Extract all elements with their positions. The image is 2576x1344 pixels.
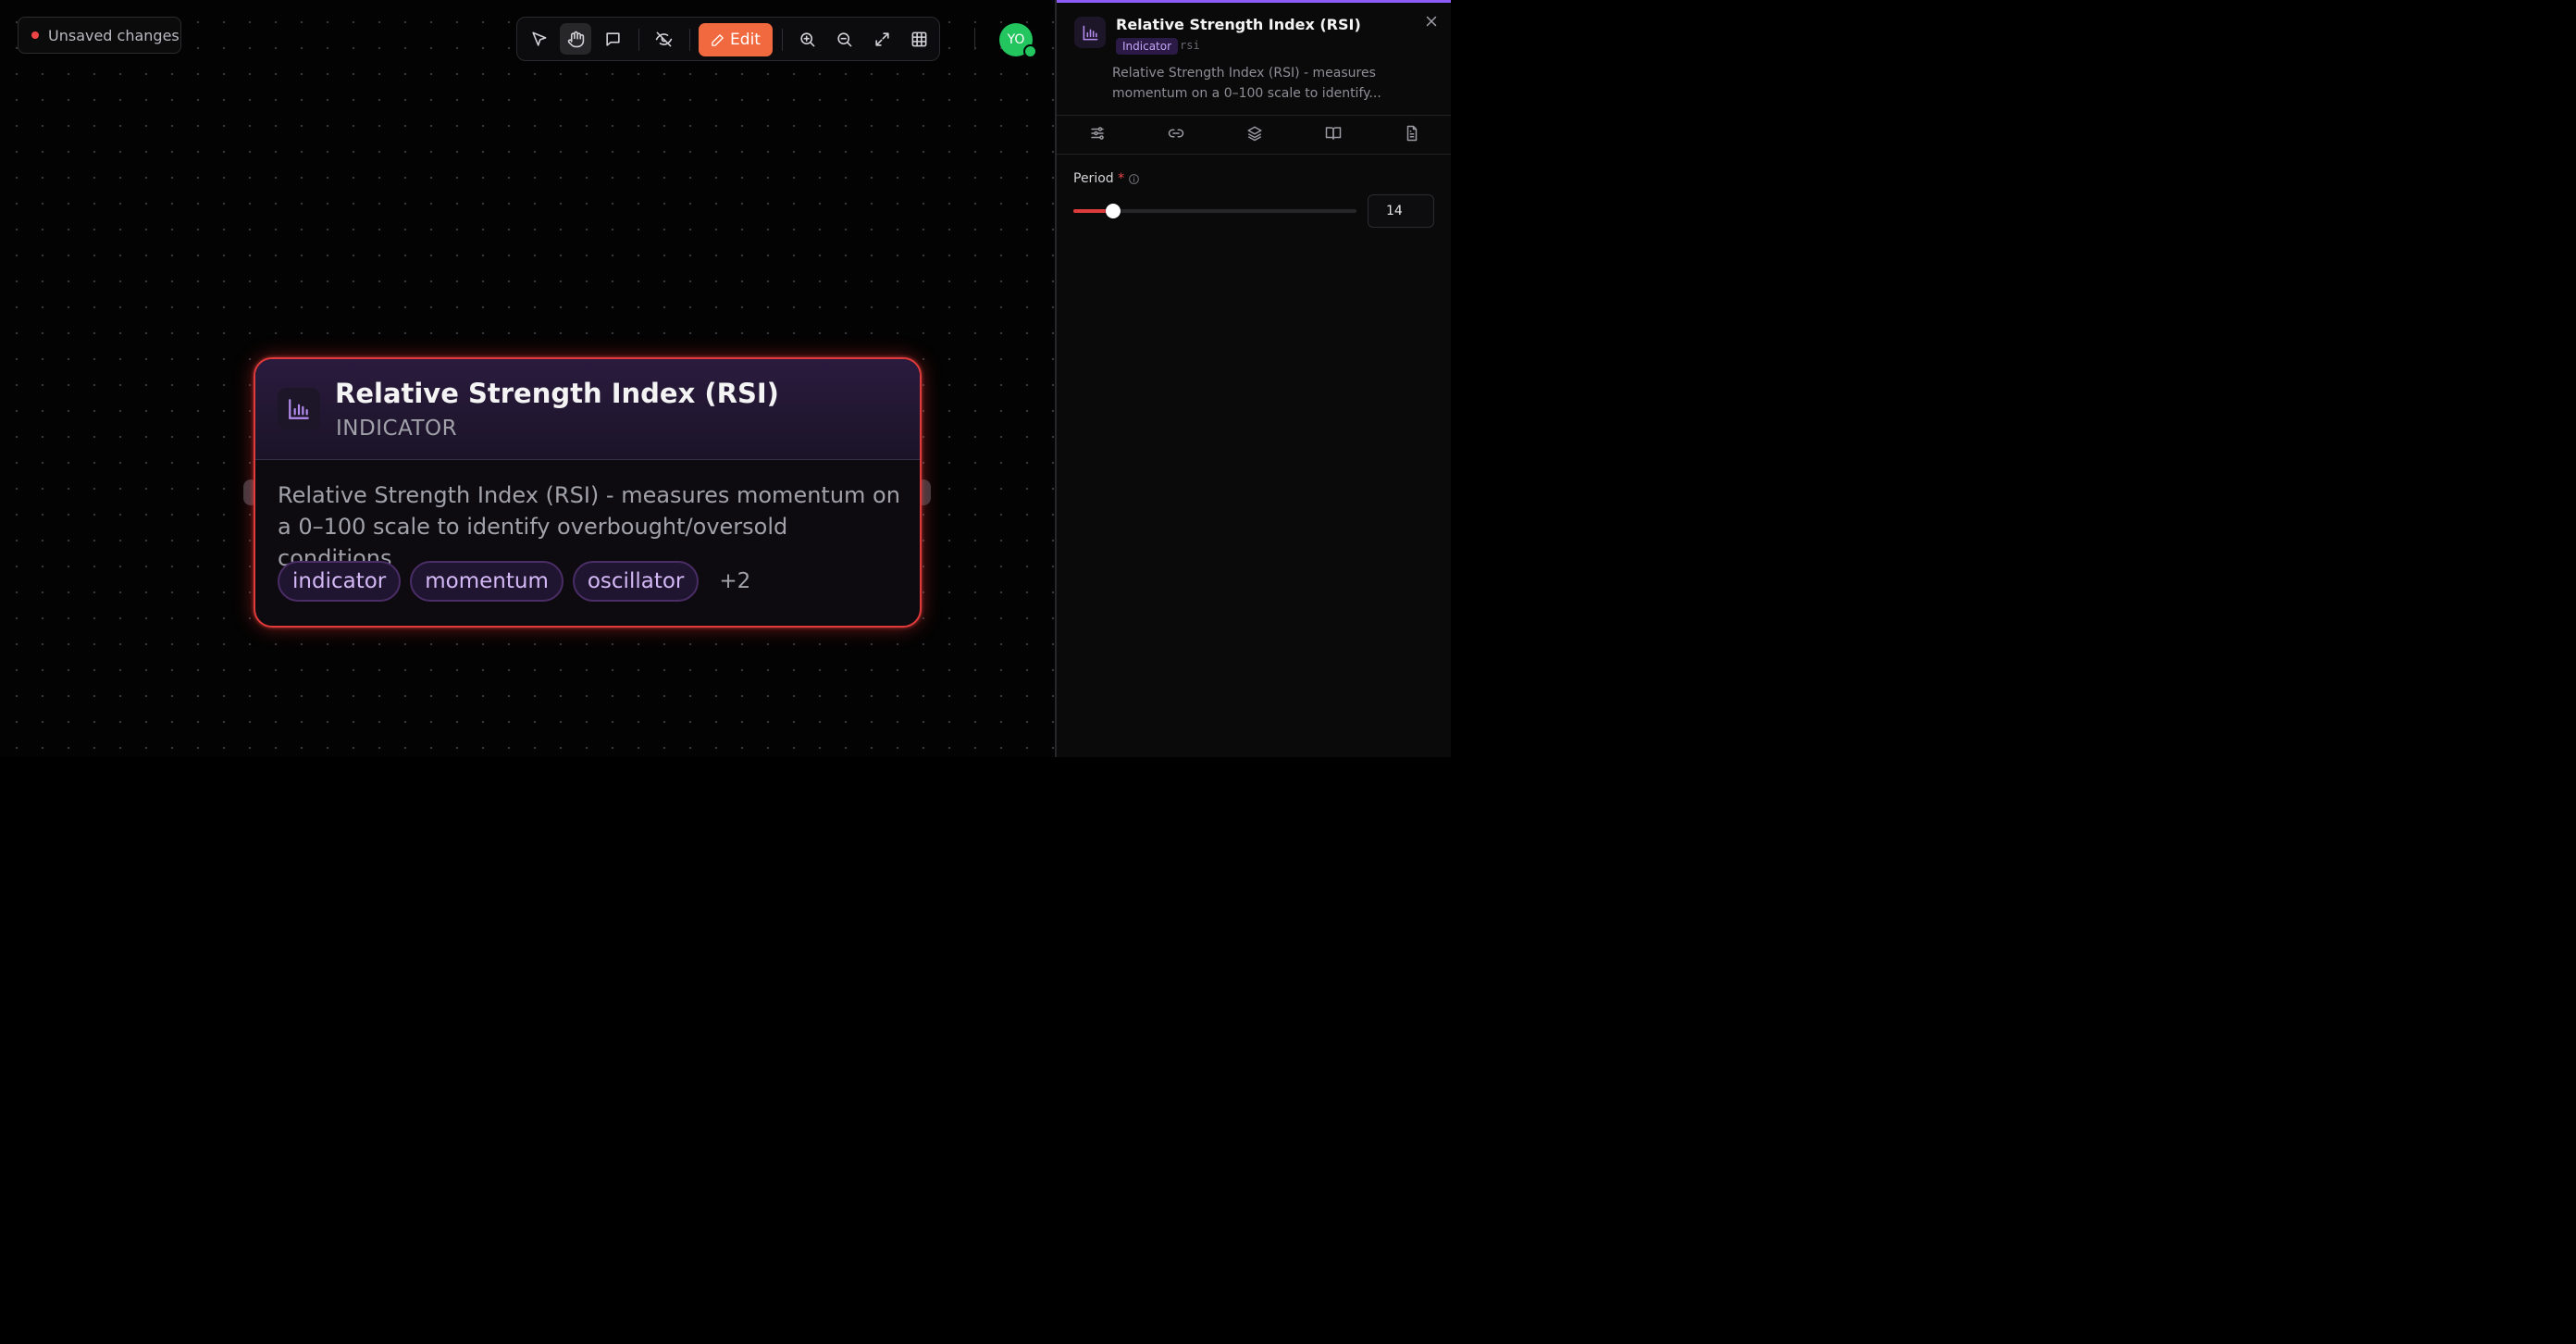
properties-panel: Relative Strength Index (RSI) Indicator … (1055, 0, 1451, 757)
book-icon[interactable] (1325, 125, 1342, 142)
zoom-out-button[interactable] (828, 23, 860, 55)
edit-label: Edit (730, 31, 761, 49)
period-slider[interactable] (1073, 204, 1356, 218)
sliders-icon[interactable] (1089, 125, 1106, 142)
message-square-icon (605, 31, 620, 46)
pan-tool-button[interactable] (560, 23, 591, 55)
panel-description-line: Relative Strength Index (RSI) - measures (1112, 66, 1376, 81)
toolbar-divider (974, 28, 975, 50)
canvas-toolbar: Edit (516, 17, 940, 61)
node-header: Relative Strength Index (RSI) INDICATOR (255, 359, 920, 460)
panel-description-line: momentum on a 0–100 scale to identify... (1112, 86, 1381, 101)
panel-tabs (1057, 116, 1451, 154)
panel-node-icon (1074, 17, 1106, 48)
online-status-dot (1023, 44, 1037, 58)
grid-toggle-button[interactable] (903, 23, 935, 55)
comment-tool-button[interactable] (597, 23, 628, 55)
toggle-visibility-button[interactable] (648, 23, 679, 55)
pointer-icon (531, 31, 546, 46)
panel-description: Relative Strength Index (RSI) - measures… (1112, 63, 1390, 104)
node-icon-box (278, 388, 320, 430)
node-type-label: INDICATOR (336, 417, 458, 441)
node-description: Relative Strength Index (RSI) - measures… (278, 482, 900, 571)
edit-button[interactable]: Edit (699, 23, 773, 56)
zoom-in-button[interactable] (791, 23, 823, 55)
select-tool-button[interactable] (523, 23, 554, 55)
panel-divider (1057, 154, 1451, 155)
tag-pill: momentum (410, 561, 564, 602)
pencil-icon (712, 33, 724, 46)
unsaved-dot-icon (31, 31, 39, 39)
toolbar-divider (689, 29, 690, 51)
zoom-in-icon (799, 31, 814, 46)
toolbar-divider (782, 29, 783, 51)
rsi-indicator-node[interactable]: Relative Strength Index (RSI) INDICATOR … (254, 357, 922, 628)
panel-title: Relative Strength Index (RSI) (1116, 16, 1361, 33)
panel-type-badge: Indicator (1116, 38, 1179, 55)
period-slider-thumb[interactable] (1105, 204, 1121, 218)
node-tags: indicator momentum oscillator +2 (278, 561, 750, 602)
required-marker: * (1118, 171, 1125, 186)
node-title: Relative Strength Index (RSI) (335, 378, 779, 409)
bar-chart-icon (289, 399, 309, 419)
expand-icon (874, 31, 889, 46)
fit-view-button[interactable] (866, 23, 898, 55)
bar-chart-icon (1083, 25, 1097, 40)
grid-icon (911, 31, 926, 46)
tag-pill: oscillator (572, 561, 700, 602)
info-icon[interactable] (1128, 173, 1140, 185)
hand-icon (567, 31, 584, 47)
toolbar-divider (638, 29, 639, 51)
close-icon[interactable] (1423, 13, 1440, 30)
period-label-text: Period (1073, 171, 1114, 186)
link-icon[interactable] (1168, 125, 1184, 142)
file-text-icon[interactable] (1404, 125, 1420, 142)
avatar-initials: YO (1007, 32, 1025, 47)
zoom-out-icon (836, 31, 851, 46)
user-avatar[interactable]: YO (999, 23, 1037, 58)
period-field-label: Period * (1073, 171, 1124, 186)
period-number-input[interactable]: 14 (1368, 194, 1434, 228)
eye-off-icon (655, 31, 672, 46)
layers-icon[interactable] (1246, 125, 1263, 142)
panel-accent-bar (1057, 0, 1451, 3)
tag-pill: indicator (278, 561, 402, 602)
more-tags-count: +2 (719, 569, 751, 593)
unsaved-changes-indicator: Unsaved changes (18, 17, 181, 54)
unsaved-label: Unsaved changes (48, 26, 180, 44)
panel-node-slug: rsi (1180, 39, 1200, 52)
